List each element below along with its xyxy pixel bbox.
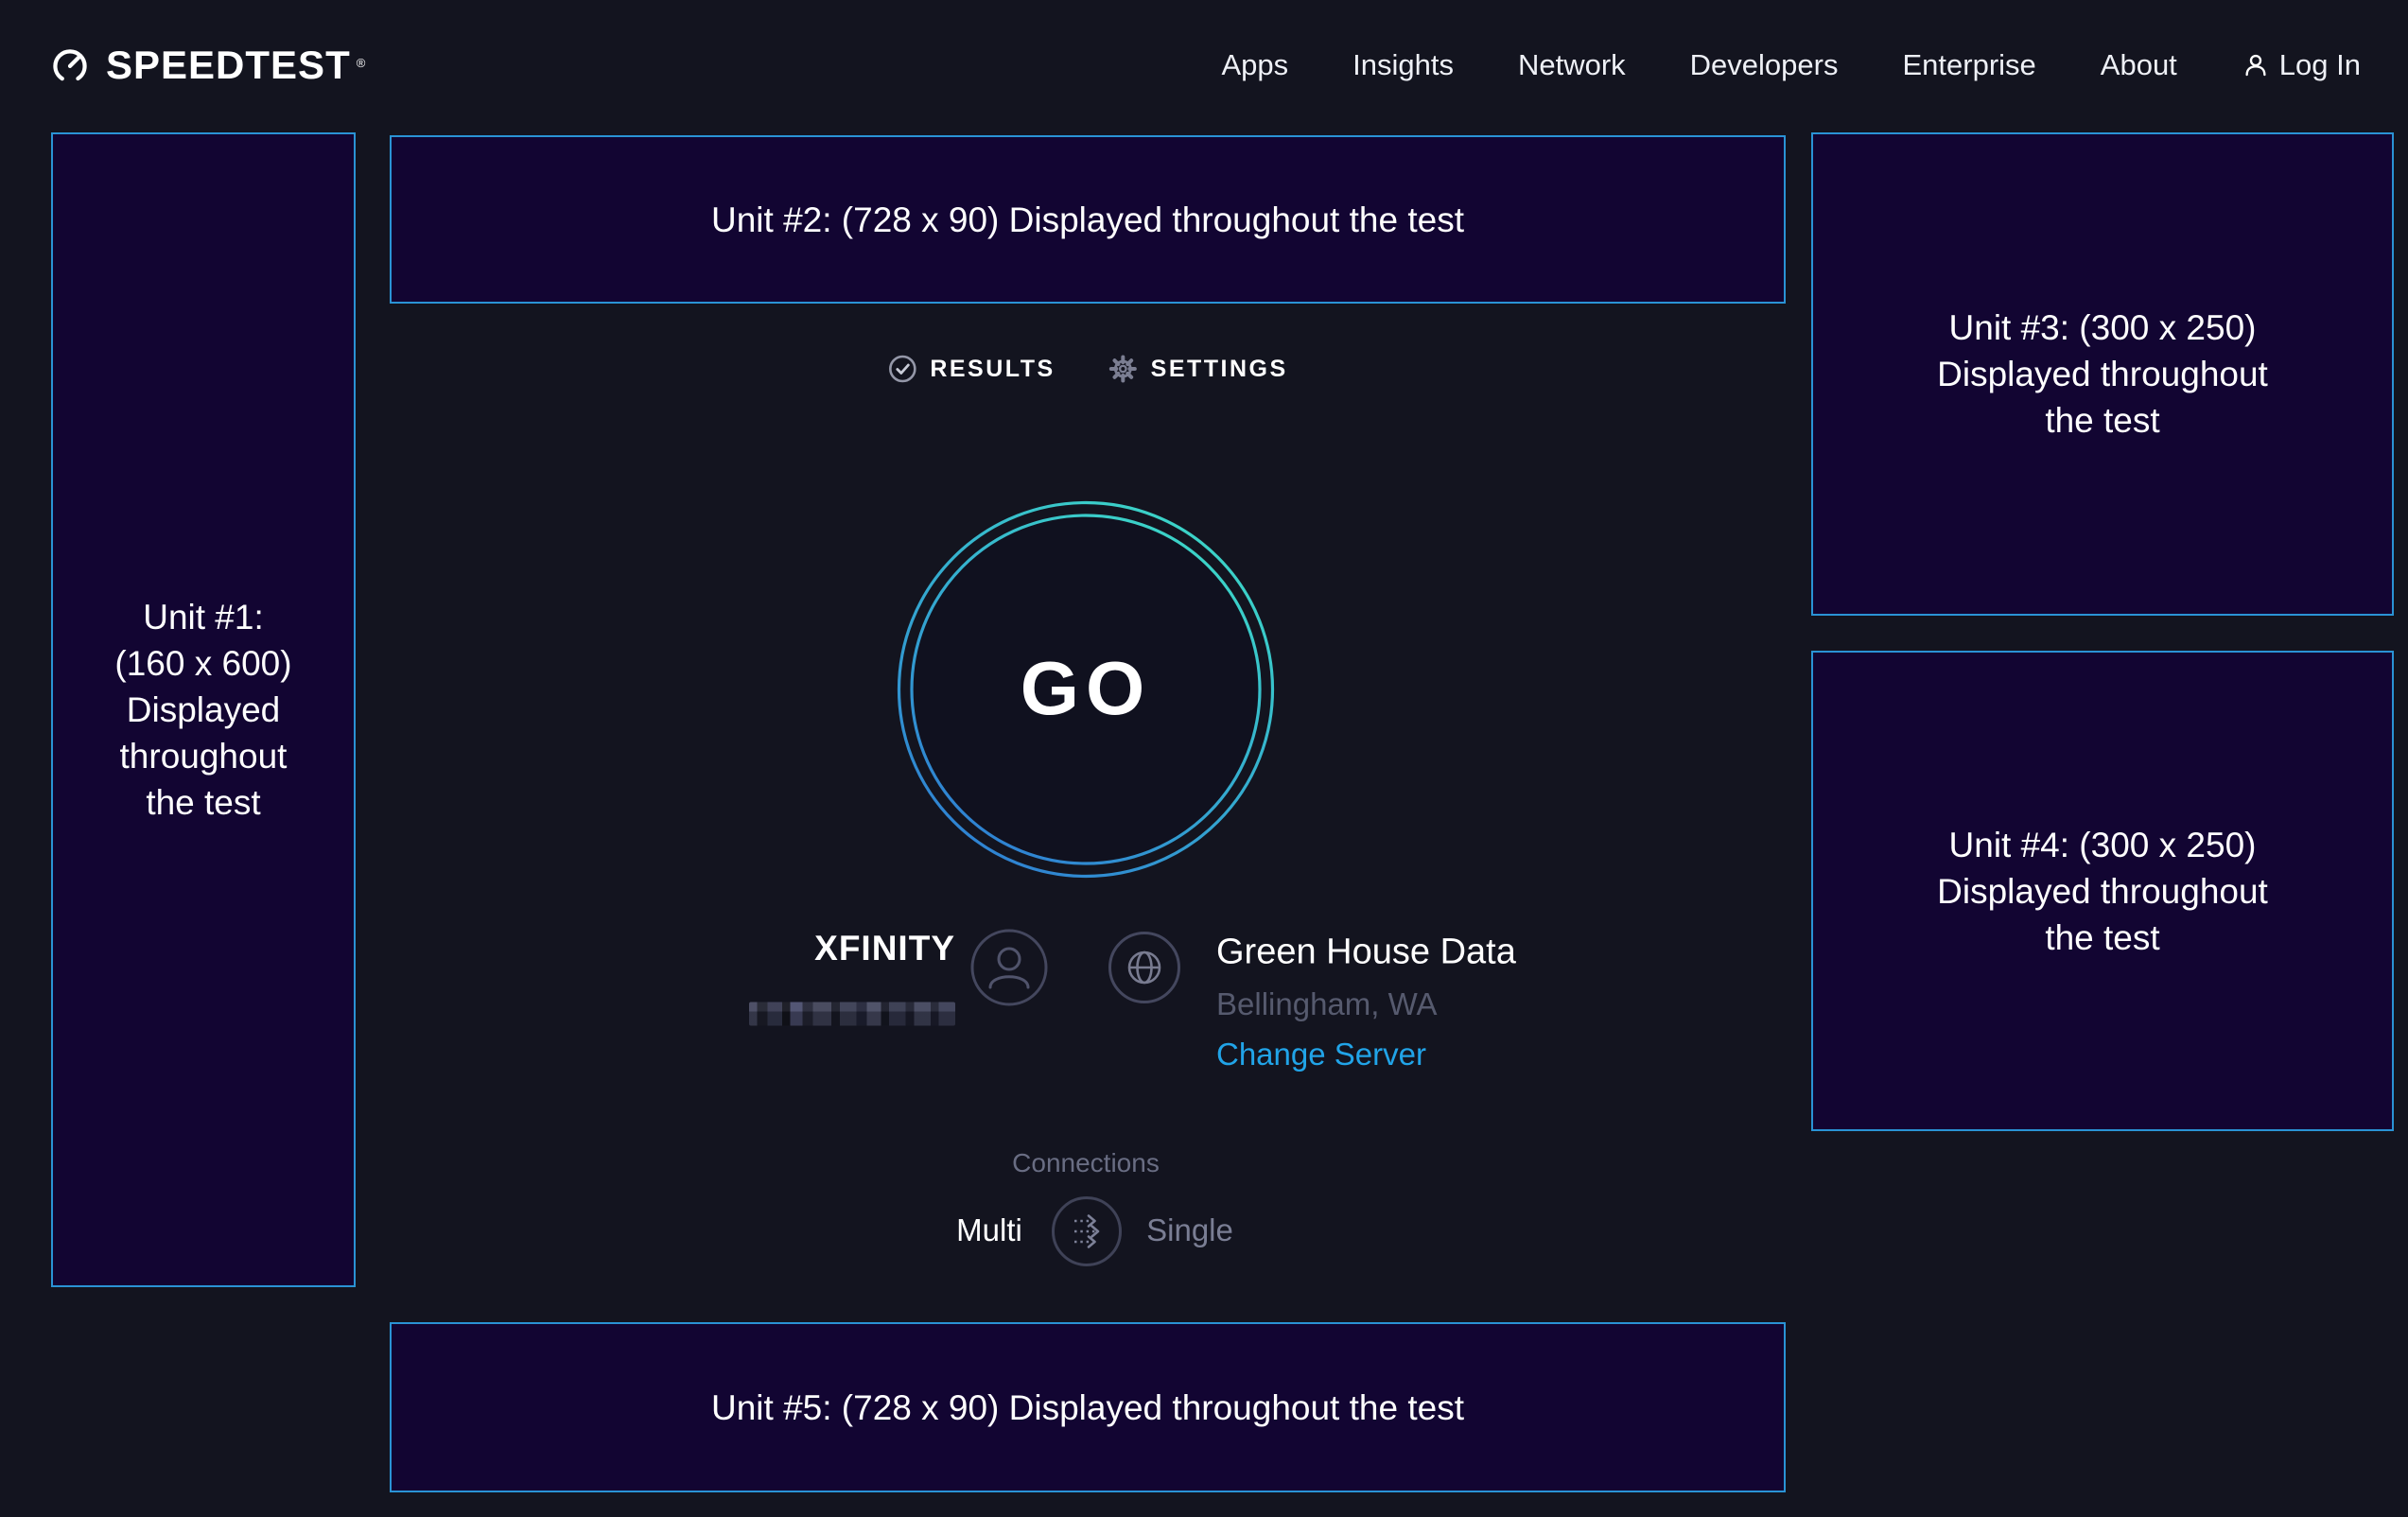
connections-label: Connections (1012, 1148, 1160, 1178)
connections-multi-option[interactable]: Multi (956, 1212, 1022, 1248)
brand-wordmark: SPEEDTEST (106, 43, 351, 88)
isp-name: XFINITY (814, 929, 955, 968)
main-nav: Apps Insights Network Developers Enterpr… (1221, 48, 2361, 82)
speedtest-page: SPEEDTEST ® Apps Insights Network Develo… (0, 0, 2408, 1517)
go-button[interactable]: GO (1021, 645, 1151, 732)
server-location: Bellingham, WA (1216, 986, 1438, 1022)
server-name: Green House Data (1216, 933, 1516, 973)
connections-single-option[interactable]: Single (1146, 1212, 1233, 1248)
nav-item-apps[interactable]: Apps (1221, 48, 1288, 82)
server-globe-icon (1108, 932, 1180, 1003)
login-label: Log In (2279, 48, 2361, 82)
nav-item-about[interactable]: About (2101, 48, 2177, 82)
ad-unit-5[interactable]: Unit #5: (728 x 90) Displayed throughout… (390, 1322, 1786, 1492)
brand-logo[interactable]: SPEEDTEST ® (49, 43, 365, 88)
ad-unit-2-text: Unit #2: (728 x 90) Displayed throughout… (711, 197, 1464, 243)
login-button[interactable]: Log In (2242, 48, 2361, 82)
ad-unit-4-text: Unit #4: (300 x 250) Displayed throughou… (1937, 822, 2268, 961)
nav-item-enterprise[interactable]: Enterprise (1902, 48, 2035, 82)
tab-settings[interactable]: SETTINGS (1108, 354, 1288, 384)
ad-unit-1-text: Unit #1: (160 x 600) Displayed throughou… (114, 594, 291, 826)
ad-unit-1[interactable]: Unit #1: (160 x 600) Displayed throughou… (51, 132, 356, 1287)
nav-item-insights[interactable]: Insights (1352, 48, 1454, 82)
nav-item-network[interactable]: Network (1518, 48, 1626, 82)
results-tab-label: RESULTS (930, 356, 1055, 383)
check-circle-icon (887, 354, 917, 384)
connections-toggle-icon[interactable] (1051, 1195, 1123, 1267)
ad-unit-5-text: Unit #5: (728 x 90) Displayed throughout… (711, 1385, 1464, 1431)
trademark-symbol: ® (357, 56, 366, 70)
tab-results[interactable]: RESULTS (887, 354, 1055, 384)
redacted-ip-address (749, 1003, 955, 1026)
ad-unit-2[interactable]: Unit #2: (728 x 90) Displayed throughout… (390, 135, 1786, 304)
ad-unit-4[interactable]: Unit #4: (300 x 250) Displayed throughou… (1811, 651, 2394, 1131)
speedometer-gauge-icon (49, 44, 91, 86)
settings-tab-label: SETTINGS (1151, 356, 1288, 383)
person-icon (2242, 51, 2270, 79)
nav-item-developers[interactable]: Developers (1690, 48, 1839, 82)
results-settings-tabs: RESULTS SETTINGS (887, 354, 1287, 384)
ad-unit-3-text: Unit #3: (300 x 250) Displayed throughou… (1937, 305, 2268, 444)
gear-icon (1108, 354, 1139, 384)
change-server-link[interactable]: Change Server (1216, 1037, 1426, 1072)
top-nav-bar: SPEEDTEST ® Apps Insights Network Develo… (0, 0, 2408, 131)
ad-unit-3[interactable]: Unit #3: (300 x 250) Displayed throughou… (1811, 132, 2394, 616)
isp-user-icon[interactable] (970, 929, 1048, 1006)
